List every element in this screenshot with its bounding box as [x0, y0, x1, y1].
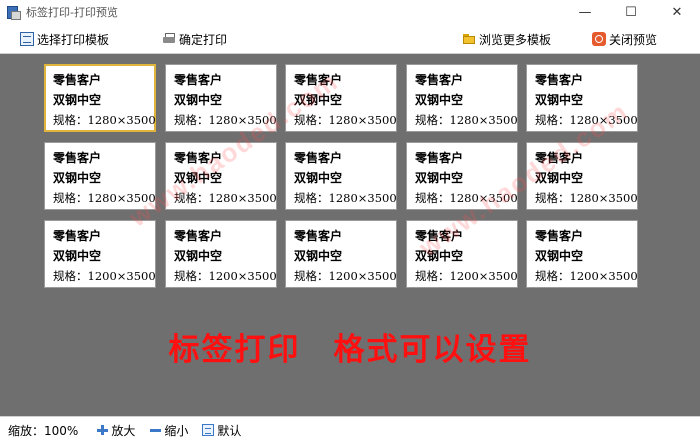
label-customer: 零售客户 — [415, 229, 464, 243]
label-product: 双钢中空 — [415, 249, 464, 263]
label-customer: 零售客户 — [174, 73, 223, 87]
label-customer: 零售客户 — [174, 229, 223, 243]
label-card[interactable]: 零售客户双钢中空规格：1200×3500 — [406, 220, 518, 288]
label-product: 双钢中空 — [294, 171, 343, 185]
label-card[interactable]: 零售客户双钢中空规格：1280×3500 — [285, 142, 397, 210]
label-grid: 零售客户 双钢中空 规格：1280×3500 零售客户 双钢中空 规格：1280×3500… — [44, 64, 638, 292]
label-customer: 零售客户 — [294, 73, 343, 87]
label-product: 双钢中空 — [53, 93, 102, 107]
app-icon — [6, 5, 21, 20]
label-customer: 零售客户 — [294, 151, 343, 165]
label-card[interactable]: 零售客户双钢中空规格：1280×3500 — [165, 142, 277, 210]
promo-banner: 标签打印 格式可以设置 — [168, 332, 532, 368]
label-product: 双钢中空 — [535, 93, 584, 107]
label-spec: 规格：1280×3500 — [535, 191, 638, 205]
minimize-button[interactable]: — — [562, 0, 608, 24]
label-customer: 零售客户 — [535, 151, 584, 165]
maximize-button[interactable]: ☐ — [608, 0, 654, 24]
label-product: 双钢中空 — [535, 249, 584, 263]
label-product: 双钢中空 — [415, 171, 464, 185]
label-card[interactable]: 零售客户双钢中空规格：1280×3500 — [406, 142, 518, 210]
label-card[interactable]: 零售客户双钢中空规格：1280×3500 — [526, 142, 638, 210]
label-product: 双钢中空 — [294, 93, 343, 107]
folder-icon — [462, 32, 476, 46]
reset-zoom-icon — [202, 424, 215, 436]
minus-icon — [149, 424, 162, 436]
title-bar: 标签打印-打印预览 — ☐ ✕ — [0, 0, 700, 24]
label-spec: 规格：1280×3500 — [53, 113, 156, 127]
label-spec: 规格：1200×3500 — [535, 269, 638, 283]
toolbar: 选择打印模板 确定打印 浏览更多模板 关闭预览 — [0, 24, 700, 54]
select-template-button[interactable]: 选择打印模板 — [20, 30, 109, 48]
label-customer: 零售客户 — [415, 73, 464, 87]
zoom-out-button[interactable]: 缩小 — [149, 422, 188, 439]
label-spec: 规格：1280×3500 — [415, 113, 518, 127]
label-card[interactable]: 零售客户双钢中空规格：1280×3500 — [285, 64, 397, 132]
label-customer: 零售客户 — [174, 151, 223, 165]
close-preview-icon — [592, 32, 606, 46]
label-spec: 规格：1200×3500 — [415, 269, 518, 283]
label-spec: 规格：1280×3500 — [53, 191, 156, 205]
label-product: 双钢中空 — [174, 249, 223, 263]
label-product: 双钢中空 — [415, 93, 464, 107]
zoom-in-label: 放大 — [111, 423, 136, 438]
browse-templates-button[interactable]: 浏览更多模板 — [462, 30, 551, 48]
label-spec: 规格：1200×3500 — [174, 269, 277, 283]
label-card[interactable]: 零售客户双钢中空规格：1200×3500 — [44, 220, 156, 288]
label-product: 双钢中空 — [294, 249, 343, 263]
label-product: 双钢中空 — [174, 93, 223, 107]
label-customer: 零售客户 — [294, 229, 343, 243]
label-card[interactable]: 零售客户双钢中空规格：1280×3500 — [44, 142, 156, 210]
label-card[interactable]: 零售客户双钢中空规格：1280×3500 — [406, 64, 518, 132]
label-product: 双钢中空 — [174, 171, 223, 185]
zoom-in-button[interactable]: 放大 — [96, 422, 135, 439]
confirm-print-button[interactable]: 确定打印 — [162, 30, 227, 48]
label-customer: 零售客户 — [53, 73, 102, 87]
close-preview-button[interactable]: 关闭预览 — [592, 30, 657, 48]
window-controls: — ☐ ✕ — [562, 0, 700, 24]
label-customer: 零售客户 — [535, 229, 584, 243]
close-preview-label: 关闭预览 — [609, 32, 658, 47]
select-template-label: 选择打印模板 — [37, 32, 110, 47]
label-card[interactable]: 零售客户双钢中空规格：1280×3500 — [44, 64, 156, 132]
print-preview-area[interactable]: 零售客户 双钢中空 规格：1280×3500 零售客户 双钢中空 规格：1280×3500… — [0, 54, 700, 416]
label-spec: 规格：1200×3500 — [53, 269, 156, 283]
printer-icon — [162, 32, 176, 46]
zoom-default-label: 默认 — [217, 423, 242, 438]
browse-templates-label: 浏览更多模板 — [479, 32, 552, 47]
label-customer: 零售客户 — [415, 151, 464, 165]
label-product: 双钢中空 — [535, 171, 584, 185]
label-card[interactable]: 零售客户双钢中空规格：1200×3500 — [526, 220, 638, 288]
label-customer: 零售客户 — [53, 151, 102, 165]
label-card[interactable]: 零售客户双钢中空规格：1280×3500 — [526, 64, 638, 132]
confirm-print-label: 确定打印 — [179, 32, 228, 47]
close-window-button[interactable]: ✕ — [654, 0, 700, 24]
zoom-default-button[interactable]: 默认 — [202, 422, 241, 439]
plus-icon — [96, 424, 109, 436]
label-spec: 规格：1280×3500 — [174, 191, 277, 205]
status-bar: 缩放：100% 放大 缩小 默认 — [0, 416, 700, 443]
label-customer: 零售客户 — [53, 229, 102, 243]
label-spec: 规格：1280×3500 — [294, 113, 397, 127]
template-icon — [20, 32, 34, 46]
label-product: 双钢中空 — [53, 249, 102, 263]
zoom-level: 缩放：100% — [8, 423, 79, 438]
window-title: 标签打印-打印预览 — [26, 6, 118, 19]
label-spec: 规格：1280×3500 — [535, 113, 638, 127]
zoom-out-label: 缩小 — [164, 423, 189, 438]
label-spec: 规格：1280×3500 — [294, 191, 397, 205]
label-product: 双钢中空 — [53, 171, 102, 185]
label-card[interactable]: 零售客户双钢中空规格：1280×3500 — [165, 64, 277, 132]
label-spec: 规格：1280×3500 — [415, 191, 518, 205]
label-card[interactable]: 零售客户双钢中空规格：1200×3500 — [285, 220, 397, 288]
label-card[interactable]: 零售客户双钢中空规格：1200×3500 — [165, 220, 277, 288]
label-spec: 规格：1280×3500 — [174, 113, 277, 127]
label-customer: 零售客户 — [535, 73, 584, 87]
label-spec: 规格：1200×3500 — [294, 269, 397, 283]
